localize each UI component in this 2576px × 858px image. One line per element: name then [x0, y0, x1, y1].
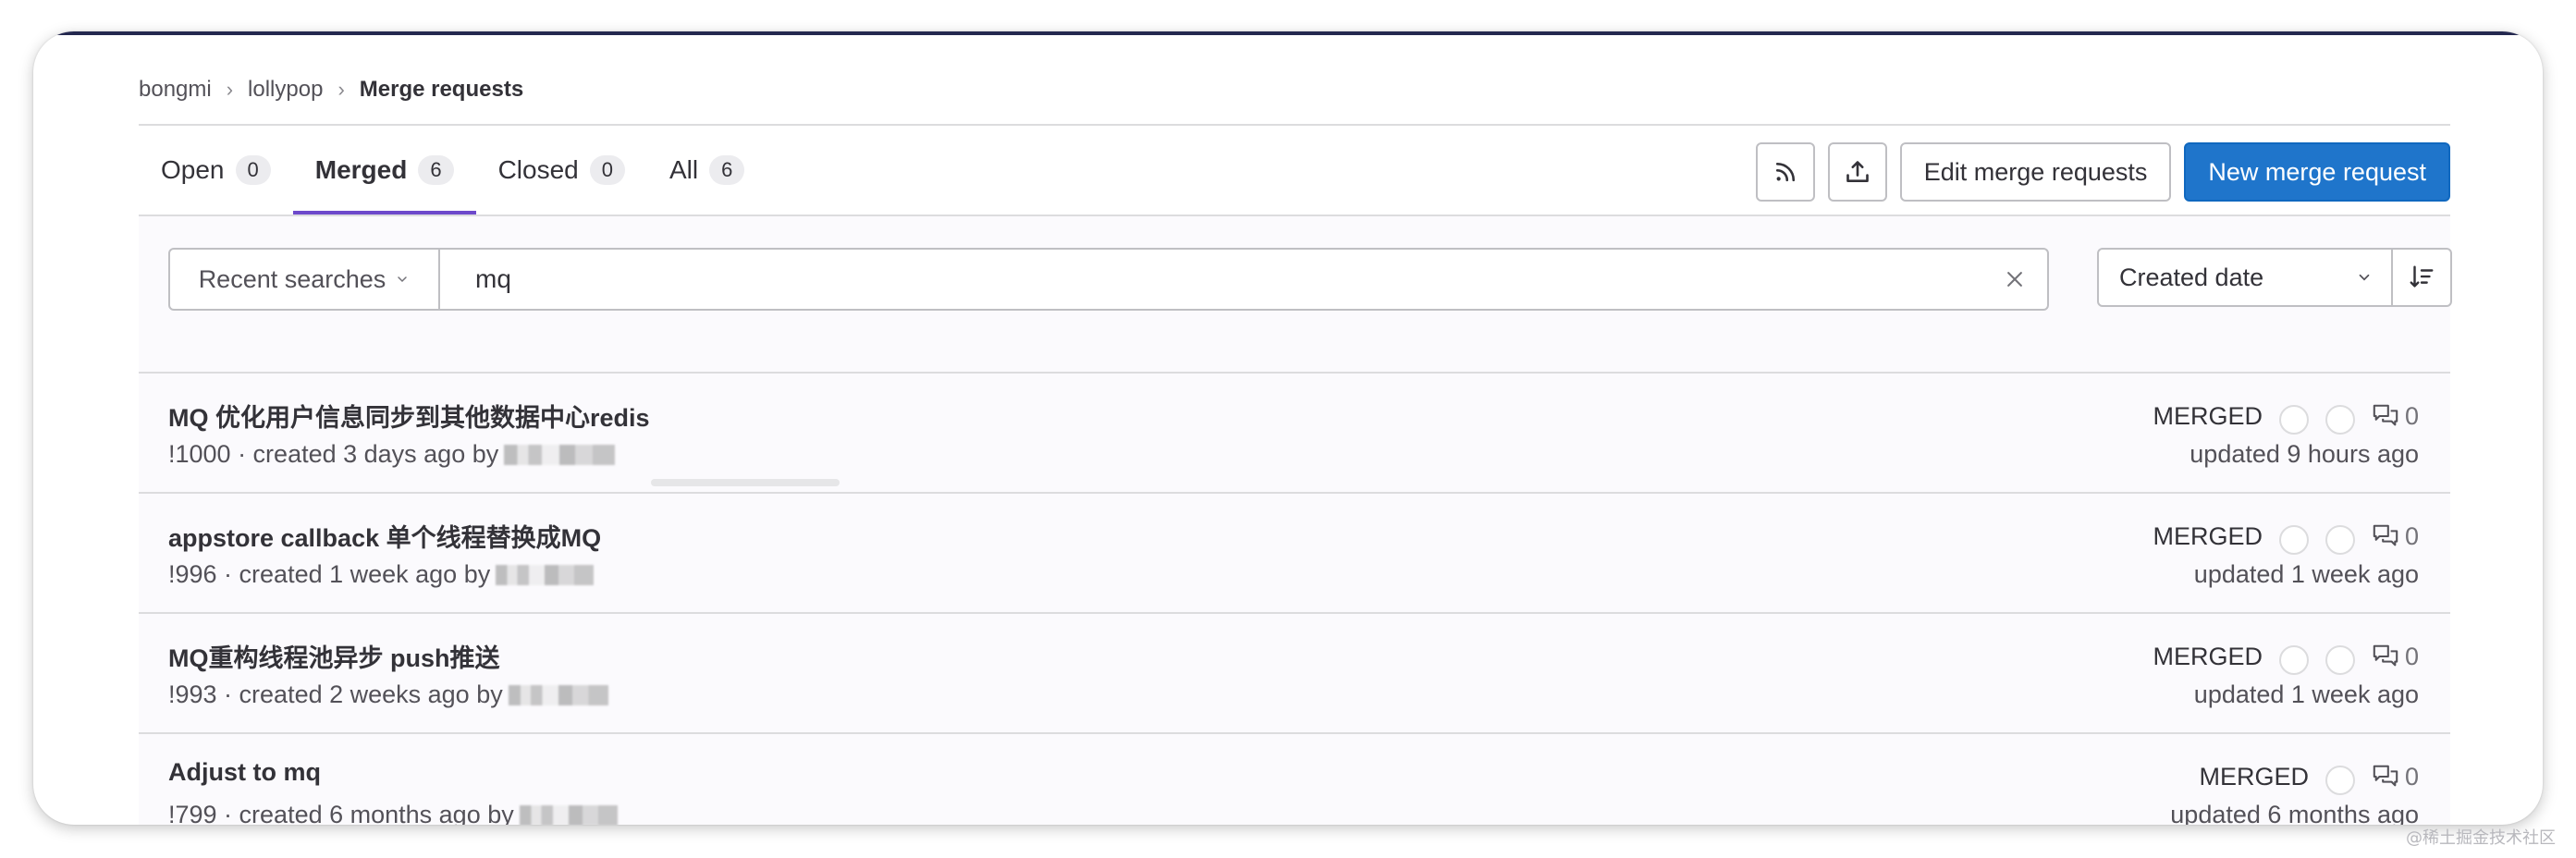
status-badge: MERGED — [2153, 401, 2263, 430]
sort-direction-button[interactable] — [2393, 248, 2452, 307]
updated-time: updated 6 months ago — [2170, 801, 2419, 825]
horizontal-scrollbar[interactable] — [651, 479, 840, 486]
merge-request-row: MQ 优化用户信息同步到其他数据中心redis !1000 · created … — [139, 374, 2450, 494]
tab-label: Open — [161, 155, 225, 184]
comments-link[interactable]: 0 — [2372, 402, 2419, 431]
tab-count-badge: 0 — [235, 155, 271, 185]
filtered-search: Recent searches mq — [168, 248, 2049, 311]
merge-request-status-area: MERGED 0 — [2153, 518, 2419, 555]
tab-label: Merged — [314, 155, 408, 184]
updated-time: updated 1 week ago — [2193, 680, 2419, 708]
author-name-redacted[interactable] — [504, 444, 616, 465]
merge-request-status-area: MERGED 0 — [2153, 638, 2419, 675]
export-icon — [1846, 161, 1869, 182]
pipeline-circle-icon — [2325, 645, 2355, 675]
comments-count: 0 — [2404, 401, 2419, 430]
edit-merge-requests-button[interactable]: Edit merge requests — [1899, 142, 2172, 202]
breadcrumb-item-project[interactable]: lollypop — [248, 77, 323, 103]
comments-count: 0 — [2404, 521, 2419, 550]
tab-label: Closed — [497, 155, 579, 184]
tab-label: All — [669, 155, 699, 184]
merge-request-row: MQ重构线程池异步 push推送 !993 · created 2 weeks … — [139, 614, 2450, 734]
comments-count: 0 — [2404, 642, 2419, 670]
merge-request-reference: !996 · created 1 week ago by — [168, 560, 491, 588]
watermark: @稀土掘金技术社区 — [2406, 828, 2556, 848]
merge-request-title[interactable]: MQ重构线程池异步 push推送 — [168, 638, 500, 674]
main-content: bongmi › lollypop › Merge requests Open … — [139, 31, 2452, 825]
app-window: bongmi › lollypop › Merge requests Open … — [33, 31, 2543, 825]
comments-icon — [2373, 404, 2398, 426]
approval-circle-icon — [2278, 525, 2309, 555]
comments-icon — [2373, 524, 2398, 546]
pipeline-circle-icon — [2325, 405, 2355, 435]
author-name-redacted[interactable] — [508, 684, 608, 705]
clear-search-button[interactable] — [1982, 269, 2047, 289]
merge-request-list: MQ 优化用户信息同步到其他数据中心redis !1000 · created … — [139, 374, 2450, 825]
toolbar-actions: Edit merge requests New merge request — [1755, 142, 2450, 202]
merge-request-meta: !996 · created 1 week ago by — [168, 560, 595, 589]
merge-request-status-area: MERGED 0 — [2199, 758, 2419, 795]
breadcrumb: bongmi › lollypop › Merge requests — [139, 68, 523, 111]
filter-bar: Recent searches mq Created date — [139, 214, 2452, 374]
tab-count-badge: 6 — [709, 155, 745, 185]
comments-count: 0 — [2404, 762, 2419, 791]
approval-circle-icon — [2325, 766, 2355, 795]
merge-request-title[interactable]: Adjust to mq — [168, 758, 321, 787]
merge-request-meta: !1000 · created 3 days ago by — [168, 440, 616, 469]
sort-lowest-icon — [2410, 265, 2434, 288]
export-button[interactable] — [1827, 142, 1887, 202]
chevron-down-icon — [2359, 274, 2370, 281]
merge-request-reference: !799 · created 6 months ago by — [168, 801, 514, 825]
recent-searches-label: Recent searches — [198, 264, 386, 293]
pipeline-circle-icon — [2325, 525, 2355, 555]
breadcrumb-separator-icon: › — [337, 78, 345, 101]
merge-request-reference: !993 · created 2 weeks ago by — [168, 680, 503, 708]
merge-request-row: appstore callback 单个线程替换成MQ !996 · creat… — [139, 494, 2450, 614]
status-badge: MERGED — [2153, 642, 2263, 670]
rss-icon — [1775, 162, 1795, 182]
tab-count-badge: 0 — [589, 155, 625, 185]
tab-closed[interactable]: Closed 0 — [476, 126, 647, 214]
search-input[interactable]: mq — [440, 264, 1982, 294]
tab-open[interactable]: Open 0 — [139, 126, 293, 214]
updated-time: updated 9 hours ago — [2190, 440, 2419, 468]
merge-request-title[interactable]: MQ 优化用户信息同步到其他数据中心redis — [168, 398, 650, 434]
breadcrumb-current[interactable]: Merge requests — [360, 77, 523, 103]
comments-link[interactable]: 0 — [2372, 643, 2419, 671]
status-badge: MERGED — [2153, 521, 2263, 550]
new-merge-request-button[interactable]: New merge request — [2184, 142, 2450, 202]
updated-time: updated 1 week ago — [2193, 560, 2419, 588]
tab-merged[interactable]: Merged 6 — [292, 126, 476, 214]
author-name-redacted[interactable] — [519, 804, 618, 825]
comments-link[interactable]: 0 — [2372, 522, 2419, 551]
tab-all[interactable]: All 6 — [647, 126, 767, 214]
sort-controls: Created date — [2097, 248, 2452, 307]
rss-button[interactable] — [1755, 142, 1815, 202]
comments-link[interactable]: 0 — [2372, 763, 2419, 791]
recent-searches-dropdown[interactable]: Recent searches — [170, 250, 440, 309]
comments-icon — [2373, 644, 2398, 667]
merge-request-meta: !799 · created 6 months ago by — [168, 801, 618, 825]
comments-icon — [2373, 765, 2398, 787]
chevron-down-icon — [398, 276, 408, 283]
approval-circle-icon — [2278, 645, 2309, 675]
breadcrumb-item-group[interactable]: bongmi — [139, 77, 212, 103]
merge-request-title[interactable]: appstore callback 单个线程替换成MQ — [168, 518, 601, 554]
merge-request-meta: !993 · created 2 weeks ago by — [168, 680, 608, 709]
status-badge: MERGED — [2199, 762, 2309, 791]
author-name-redacted[interactable] — [496, 564, 595, 585]
sort-label: Created date — [2119, 263, 2264, 291]
approval-circle-icon — [2278, 405, 2309, 435]
merge-request-reference: !1000 · created 3 days ago by — [168, 440, 499, 468]
close-icon — [2007, 272, 2022, 287]
tab-count-badge: 6 — [418, 155, 454, 185]
merge-request-row: Adjust to mq !799 · created 6 months ago… — [139, 734, 2450, 825]
tab-bar: Open 0 Merged 6 Closed 0 All 6 — [139, 126, 767, 214]
merge-request-status-area: MERGED 0 — [2153, 398, 2419, 435]
sort-dropdown[interactable]: Created date — [2097, 248, 2393, 307]
breadcrumb-separator-icon: › — [226, 78, 234, 101]
